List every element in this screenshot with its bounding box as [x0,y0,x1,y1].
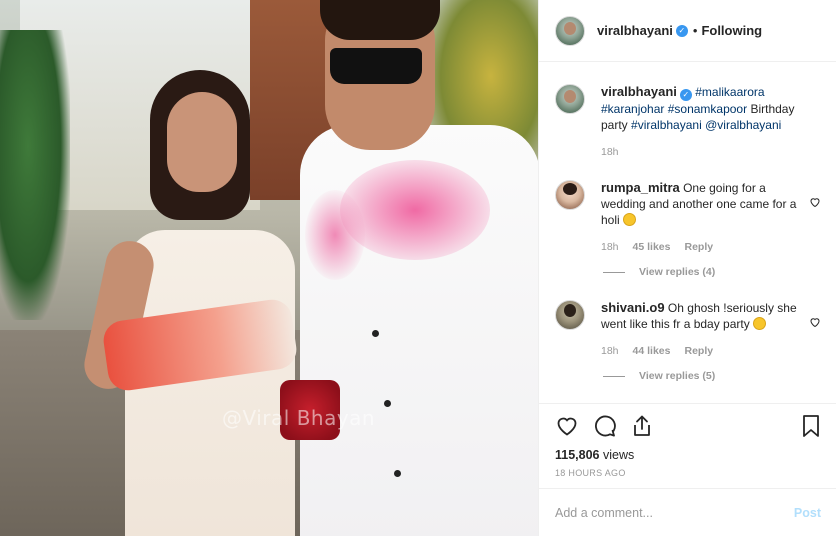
background-plants-left [0,30,70,320]
comments-list[interactable]: viralbhayani ✓ #malikaarora #karanjohar #… [539,62,836,403]
instagram-post: @Viral Bhayan viralbhayani ✓ • Following… [0,0,836,536]
add-comment-bar: Post [539,488,836,536]
heart-icon[interactable] [555,414,579,438]
verified-icon: ✓ [679,89,692,101]
comment-text: rumpa_mitra One going for a wedding and … [601,180,801,228]
post-side-panel: viralbhayani ✓ • Following viralbhayani ✓… [538,0,836,536]
hashtag-link[interactable]: #sonamkapoor [668,102,747,116]
hashtag-link[interactable]: #viralbhayani [631,118,702,132]
comment-time[interactable]: 18h [601,241,619,253]
caption: viralbhayani ✓ #malikaarora #karanjohar #… [555,84,821,158]
comment-username[interactable]: rumpa_mitra [601,180,680,195]
view-replies-button[interactable]: View replies (4) [603,266,821,278]
avatar[interactable] [555,180,585,210]
view-replies-button[interactable]: View replies (5) [603,370,821,382]
reply-button[interactable]: Reply [684,345,713,357]
caption-time[interactable]: 18h [601,146,619,158]
comment-time[interactable]: 18h [601,345,619,357]
comment: shivani.o9 Oh ghosh !seriously she went … [555,300,821,357]
comment-text: shivani.o9 Oh ghosh !seriously she went … [601,300,801,332]
hashtag-link[interactable]: #malikaarora [695,85,764,99]
avatar[interactable] [555,300,585,330]
reply-button[interactable]: Reply [684,241,713,253]
media-watermark: @Viral Bhayan [222,406,376,430]
replies-divider [603,271,625,273]
caption-username[interactable]: viralbhayani [601,84,677,99]
views-label: views [602,448,635,462]
caption-meta: 18h [601,146,801,158]
comment-meta: 18h 44 likes Reply [601,345,801,357]
comment-meta: 18h 45 likes Reply [601,241,801,253]
view-replies-label: View replies (4) [639,266,716,278]
post-comment-button[interactable]: Post [794,506,821,520]
action-icon-row [555,404,821,448]
avatar[interactable] [555,15,585,46]
bookmark-icon[interactable] [801,414,821,438]
header-username[interactable]: viralbhayani [597,23,673,38]
hashtag-link[interactable]: #karanjohar [601,102,664,116]
like-comment-icon[interactable] [809,196,821,208]
person-left [79,70,325,536]
view-count[interactable]: 115,806 views [555,448,821,462]
person-right [300,0,538,536]
views-number: 115,806 [555,448,600,462]
post-media[interactable]: @Viral Bhayan [0,0,538,536]
replies-divider [603,375,625,377]
sunglasses [330,48,422,84]
like-comment-icon[interactable] [809,316,821,328]
header-separator: • [692,23,698,38]
comment-likes[interactable]: 44 likes [633,345,671,357]
comment-likes[interactable]: 45 likes [633,241,671,253]
share-icon[interactable] [631,414,653,438]
view-replies-label: View replies (5) [639,370,716,382]
mention-link[interactable]: @viralbhayani [705,118,781,132]
comment-icon[interactable] [593,414,617,438]
post-age[interactable]: 18 HOURS AGO [555,468,821,478]
flushed-emoji-icon [753,317,767,330]
post-actions: 115,806 views 18 HOURS AGO [539,403,836,488]
post-header: viralbhayani ✓ • Following [539,0,836,62]
comment: rumpa_mitra One going for a wedding and … [555,180,821,253]
verified-icon: ✓ [675,24,688,37]
comment-input[interactable] [555,505,794,520]
avatar[interactable] [555,84,585,114]
grinning-emoji-icon [623,213,637,226]
caption-text: viralbhayani ✓ #malikaarora #karanjohar #… [601,84,801,133]
following-button[interactable]: Following [701,23,762,38]
comment-username[interactable]: shivani.o9 [601,300,665,315]
